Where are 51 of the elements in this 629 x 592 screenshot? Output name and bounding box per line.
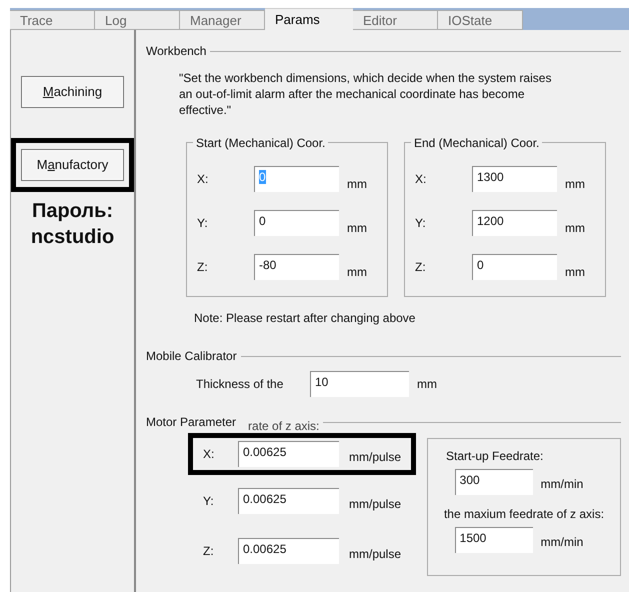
field-label: Start-up Feedrate: xyxy=(446,448,544,465)
tab[interactable]: IOState xyxy=(438,10,523,30)
unit-label: mm xyxy=(347,220,367,237)
input-field[interactable]: 1200 xyxy=(472,210,557,236)
field-label: Z: xyxy=(415,259,427,276)
tab-button[interactable]: Machining xyxy=(21,76,124,108)
field-label: Z: xyxy=(203,543,215,560)
unit-label: mm/pulse xyxy=(349,449,402,466)
input-field[interactable]: 1300 xyxy=(472,166,557,192)
tab-button[interactable]: Manufactory xyxy=(21,149,124,181)
input-field[interactable]: 0.00625 xyxy=(238,538,339,564)
section-title: Motor Parameter xyxy=(146,414,236,431)
unit-label: mm/pulse xyxy=(349,546,402,563)
tab[interactable]: Editor xyxy=(353,10,438,30)
field-label: X: xyxy=(203,446,216,463)
field-label: Thickness of the xyxy=(196,376,284,393)
description-text: "Set the workbench dimensions, which decide when the system raises an out-of-limit alarm after the mechanical coordinate has become effective." xyxy=(179,70,552,118)
unit-label: mm xyxy=(347,176,367,193)
overlapping-label: rate of z axis: xyxy=(248,421,320,433)
input-field[interactable]: 10 xyxy=(310,371,409,397)
password-note: Пароль: xyxy=(30,199,114,224)
note-text: Note: Please restart after changing above xyxy=(194,310,416,327)
field-label: X: xyxy=(197,171,210,188)
section-title: Workbench xyxy=(146,43,206,60)
field-label: Y: xyxy=(197,215,209,232)
tab[interactable]: Params xyxy=(265,8,353,30)
password-note: ncstudio xyxy=(30,225,114,250)
unit-label: mm xyxy=(565,264,585,281)
unit-label: mm/min xyxy=(540,534,584,551)
unit-label: mm xyxy=(565,176,585,193)
input-field[interactable]: 0 xyxy=(472,254,557,280)
tab[interactable]: Manager xyxy=(180,10,265,30)
unit-label: mm xyxy=(565,220,585,237)
input-field[interactable]: 300 xyxy=(454,469,533,495)
field-label: Y: xyxy=(203,493,215,510)
tab[interactable]: Trace xyxy=(10,10,95,30)
tab[interactable]: Log xyxy=(95,10,180,30)
input-field[interactable]: 0.00625 xyxy=(238,488,339,514)
field-label: Z: xyxy=(197,259,209,276)
field-label: Y: xyxy=(415,215,427,232)
section-title: Mobile Calibrator xyxy=(146,348,237,365)
input-field[interactable]: -80 xyxy=(254,254,339,280)
field-label: the maxium feedrate of z axis: xyxy=(444,506,604,523)
input-field[interactable]: 0.00625 xyxy=(238,441,339,467)
field-label: X: xyxy=(415,171,428,188)
unit-label: mm xyxy=(417,376,437,393)
unit-label: mm/min xyxy=(540,476,584,493)
input-field[interactable]: 0 xyxy=(254,210,339,236)
unit-label: mm/pulse xyxy=(349,496,402,513)
input-field[interactable]: 1500 xyxy=(454,527,533,553)
unit-label: mm xyxy=(347,264,367,281)
